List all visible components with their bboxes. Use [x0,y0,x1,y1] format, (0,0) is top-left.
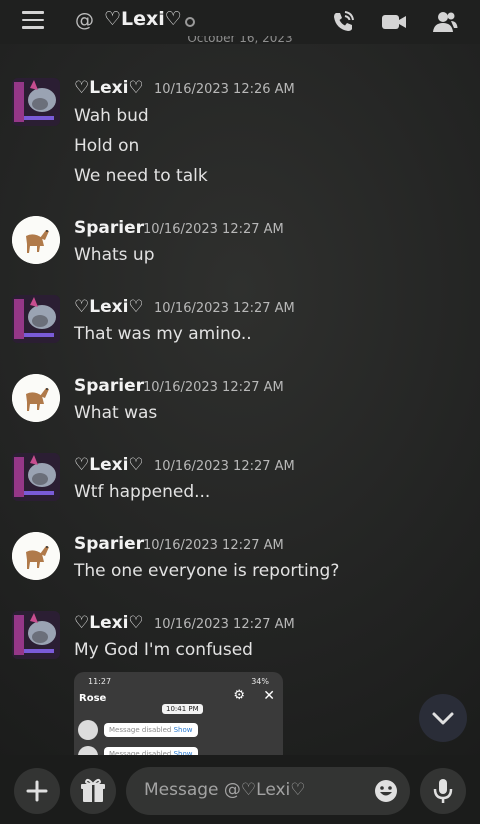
mic-icon [433,779,453,803]
video-icon[interactable] [381,9,407,35]
embed-message: Message disabled Show [104,723,198,737]
add-attachment-button[interactable] [14,768,60,814]
message-text: Whats up [74,245,155,265]
message-text: My God I'm confused [74,640,253,660]
gift-icon [81,778,105,802]
close-icon: ✕ [263,688,275,704]
message-timestamp: 10/16/2023 12:27 AM [154,459,295,474]
lexi-avatar[interactable] [12,295,60,343]
embed-time: 10:41 PM [162,704,203,714]
message-author[interactable]: ♡Lexi♡ [74,455,144,475]
message-timestamp: 10/16/2023 12:27 AM [143,222,284,237]
gift-button[interactable] [70,768,116,814]
emoji-icon[interactable] [374,779,398,803]
status-indicator [185,17,195,27]
lexi-avatar[interactable] [12,453,60,501]
message-author[interactable]: Sparier [74,376,144,396]
chevron-down-icon [432,712,454,725]
call-icon[interactable] [330,9,356,35]
menu-icon[interactable] [22,11,44,29]
deer-avatar[interactable] [12,532,60,580]
message-author[interactable]: ♡Lexi♡ [74,297,144,317]
message-timestamp: 10/16/2023 12:26 AM [154,82,295,97]
message-text: The one everyone is reporting? [74,561,340,581]
message-timestamp: 10/16/2023 12:27 AM [143,538,284,553]
gear-icon: ⚙ [233,688,245,703]
channel-title[interactable]: ♡Lexi♡ [104,8,182,30]
message-text: Wtf happened... [74,482,211,502]
message-author[interactable]: Sparier [74,534,144,554]
message-text: Wah bud [74,106,149,126]
embed-chat-title: Rose [79,693,107,704]
message-text: What was [74,403,158,423]
deer-avatar[interactable] [12,374,60,422]
deer-avatar[interactable] [12,216,60,264]
plus-icon [26,780,48,802]
voice-message-button[interactable] [420,768,466,814]
embed-battery: 34% [251,677,269,686]
date-divider: October 16, 2023 [187,36,293,45]
message-text: Hold on [74,136,140,156]
jump-to-bottom-button[interactable] [419,694,467,742]
lexi-avatar[interactable] [12,611,60,659]
message-input[interactable] [142,779,356,801]
message-input-container[interactable] [126,767,410,815]
message-timestamp: 10/16/2023 12:27 AM [154,617,295,632]
lexi-avatar[interactable] [12,78,60,126]
image-attachment[interactable]: 11:27 34% Rose ⚙ ✕ 10:41 PM Message disa… [74,672,283,758]
message-timestamp: 10/16/2023 12:27 AM [143,380,284,395]
members-icon[interactable] [432,9,458,35]
message-timestamp: 10/16/2023 12:27 AM [154,301,295,316]
message-author[interactable]: Sparier [74,218,144,238]
message-author[interactable]: ♡Lexi♡ [74,78,144,98]
message-text: We need to talk [74,166,208,186]
embed-status-time: 11:27 [88,677,112,686]
message-text: That was my amino.. [74,324,252,344]
message-author[interactable]: ♡Lexi♡ [74,613,144,633]
at-symbol: @ [75,9,94,31]
embed-avatar [78,720,98,740]
